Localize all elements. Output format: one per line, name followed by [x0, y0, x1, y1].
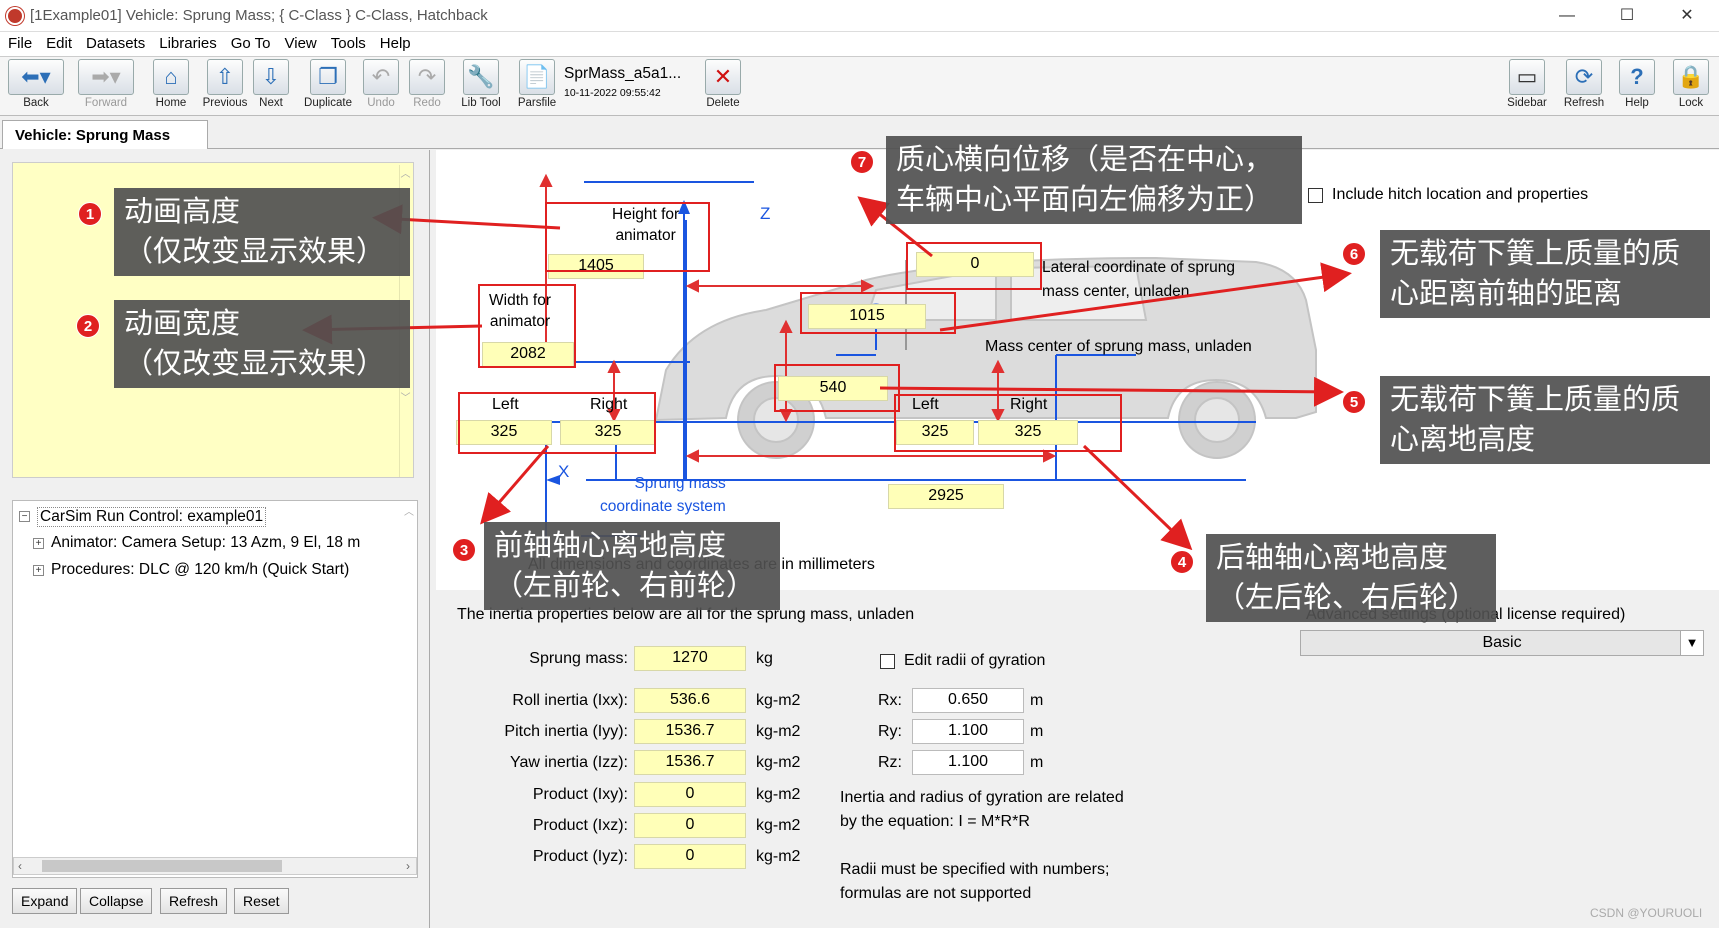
callout-5: 无载荷下簧上质量的质 心离地高度: [1380, 376, 1710, 464]
callout-6: 无载荷下簧上质量的质 心距离前轴的距离: [1380, 230, 1710, 318]
callout-3: 前轴轴心离地高度 （左前轮、右前轮）: [484, 522, 780, 610]
callout-1: 动画高度 （仅改变显示效果）: [114, 188, 410, 276]
callout-4-badge: 4: [1170, 550, 1194, 574]
callout-arrows: [302, 196, 1352, 551]
callout-2-badge: 2: [76, 314, 100, 338]
callout-6-badge: 6: [1342, 242, 1366, 266]
callout-2: 动画宽度 （仅改变显示效果）: [114, 300, 410, 388]
callout-7: 质心横向位移（是否在中心， 车辆中心平面向左偏移为正）: [886, 136, 1302, 224]
callout-1-badge: 1: [78, 202, 102, 226]
callout-5-badge: 5: [1342, 390, 1366, 414]
callout-7-badge: 7: [850, 150, 874, 174]
watermark: CSDN @YOURUOLI: [1590, 906, 1703, 920]
callout-3-badge: 3: [452, 538, 476, 562]
callout-4: 后轴轴心离地高度 （左后轮、右后轮）: [1206, 534, 1496, 622]
